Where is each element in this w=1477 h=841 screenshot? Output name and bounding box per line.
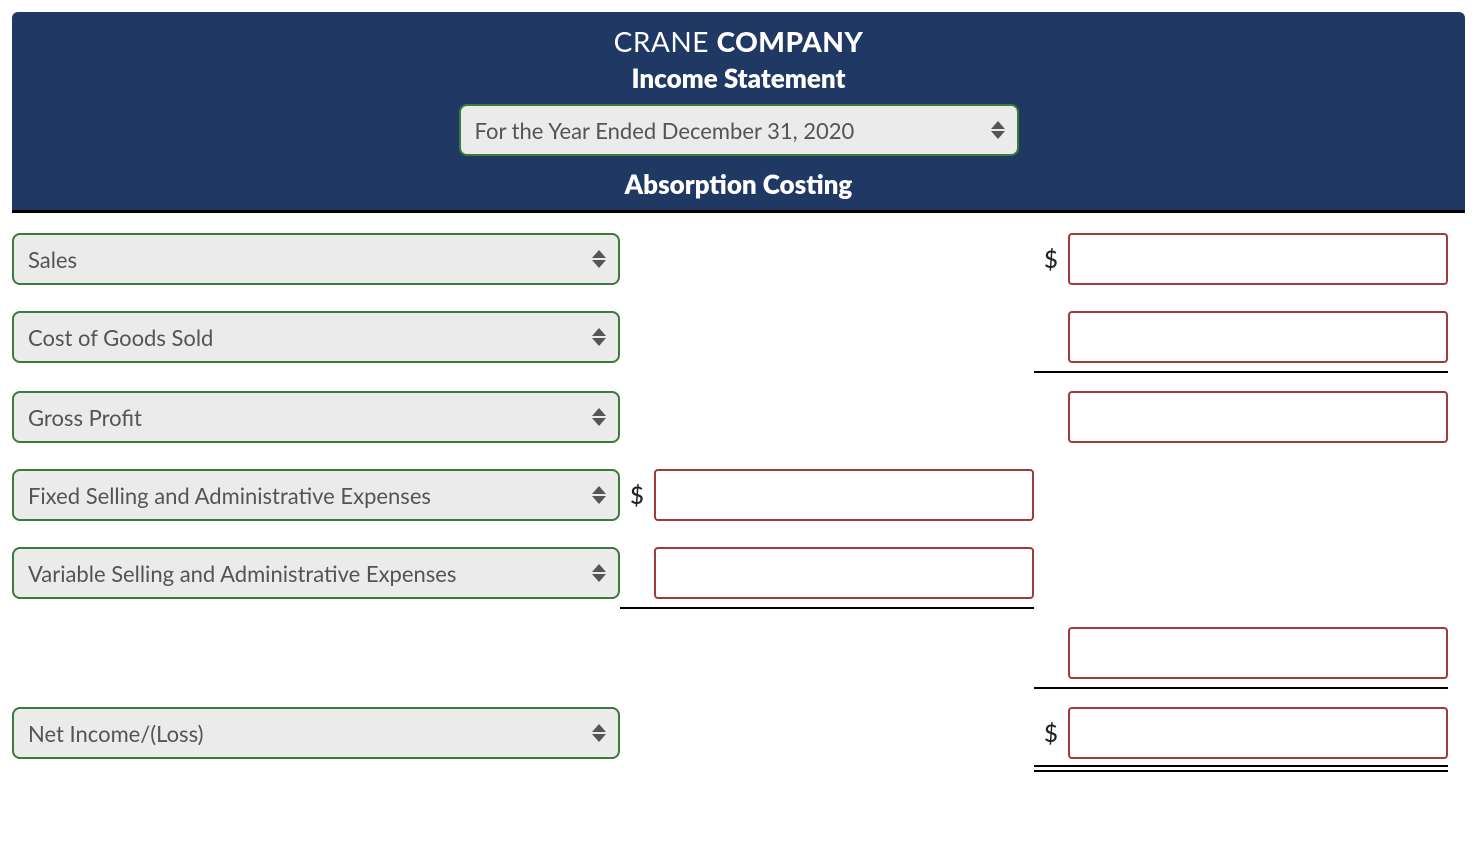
select-label: Variable Selling and Administrative Expe… <box>28 560 456 587</box>
select-spinner-icon <box>590 724 608 742</box>
income-statement-form: CRANE COMPANY Income Statement For the Y… <box>0 0 1477 802</box>
account-select-variable-sga[interactable]: Variable Selling and Administrative Expe… <box>12 547 620 599</box>
select-label: Sales <box>28 246 77 273</box>
select-label: Net Income/(Loss) <box>28 720 204 747</box>
row-gross-profit: Gross Profit <box>12 391 1465 443</box>
account-select-sales[interactable]: Sales <box>12 233 620 285</box>
statement-body: Sales $ Cost of Goods Sold <box>12 213 1465 772</box>
amount-input-cogs[interactable] <box>1068 311 1448 363</box>
account-select-cogs[interactable]: Cost of Goods Sold <box>12 311 620 363</box>
period-select[interactable]: For the Year Ended December 31, 2020 <box>459 104 1019 156</box>
double-underline-net-income <box>12 765 1465 772</box>
row-fixed-sga: Fixed Selling and Administrative Expense… <box>12 469 1465 521</box>
amount-input-fixed-sga[interactable] <box>654 469 1034 521</box>
company-name-part2: COMPANY <box>717 24 864 58</box>
separator-after-variable-sga <box>12 607 1465 609</box>
account-select-net-income[interactable]: Net Income/(Loss) <box>12 707 620 759</box>
account-select-gross-profit[interactable]: Gross Profit <box>12 391 620 443</box>
currency-symbol: $ <box>620 481 654 510</box>
amount-input-total-sga[interactable] <box>1068 627 1448 679</box>
row-cogs: Cost of Goods Sold <box>12 311 1465 363</box>
select-label: Gross Profit <box>28 404 142 431</box>
select-label: Cost of Goods Sold <box>28 324 213 351</box>
statement-header: CRANE COMPANY Income Statement For the Y… <box>12 12 1465 213</box>
currency-symbol: $ <box>1034 245 1068 274</box>
row-sales: Sales $ <box>12 233 1465 285</box>
company-name: CRANE COMPANY <box>12 24 1465 62</box>
separator-after-cogs <box>12 371 1465 373</box>
company-name-part1: CRANE <box>614 24 717 58</box>
costing-method-title: Absorption Costing <box>12 166 1465 200</box>
amount-input-net-income[interactable] <box>1068 707 1448 759</box>
currency-symbol: $ <box>1034 719 1068 748</box>
amount-input-variable-sga[interactable] <box>654 547 1034 599</box>
select-label: Fixed Selling and Administrative Expense… <box>28 482 431 509</box>
row-net-income: Net Income/(Loss) $ <box>12 707 1465 759</box>
select-spinner-icon <box>590 486 608 504</box>
separator-after-total-sga <box>12 687 1465 689</box>
row-total-sga <box>12 627 1465 679</box>
row-variable-sga: Variable Selling and Administrative Expe… <box>12 547 1465 599</box>
amount-input-gross-profit[interactable] <box>1068 391 1448 443</box>
select-spinner-icon <box>989 121 1007 139</box>
period-select-value: For the Year Ended December 31, 2020 <box>475 117 855 144</box>
select-spinner-icon <box>590 408 608 426</box>
select-spinner-icon <box>590 564 608 582</box>
statement-title: Income Statement <box>12 62 1465 104</box>
account-select-fixed-sga[interactable]: Fixed Selling and Administrative Expense… <box>12 469 620 521</box>
select-spinner-icon <box>590 250 608 268</box>
select-spinner-icon <box>590 328 608 346</box>
amount-input-sales[interactable] <box>1068 233 1448 285</box>
